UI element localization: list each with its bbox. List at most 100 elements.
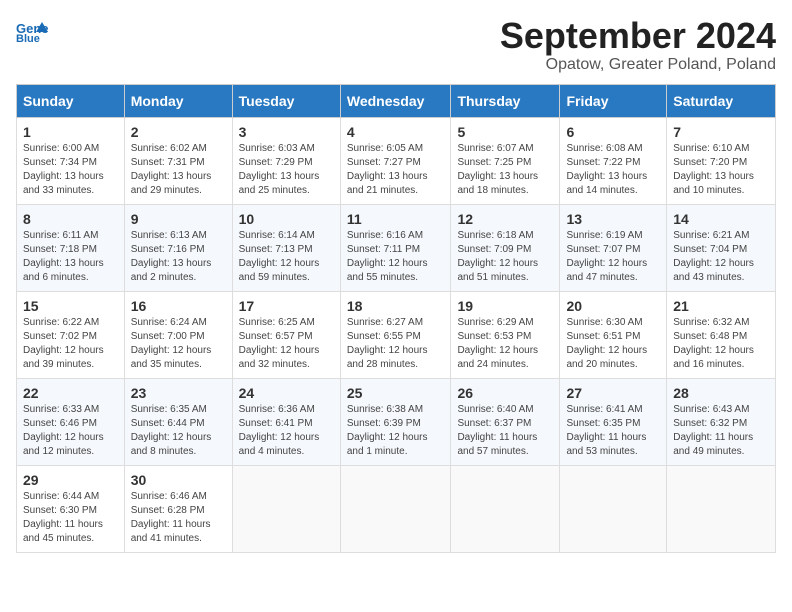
day-number: 3 (239, 124, 334, 140)
day-number: 29 (23, 472, 118, 488)
calendar-cell: 3 Sunrise: 6:03 AM Sunset: 7:29 PM Daylig… (232, 117, 340, 204)
day-info: Sunrise: 6:32 AM Sunset: 6:48 PM Dayligh… (673, 316, 769, 372)
calendar-week-1: 1Sunrise: 6:00 AM Sunset: 7:34 PM Daylig… (17, 117, 776, 204)
day-number: 19 (457, 298, 553, 314)
calendar-cell: 29Sunrise: 6:44 AM Sunset: 6:30 PM Dayli… (17, 465, 125, 552)
day-info: Sunrise: 6:16 AM Sunset: 7:11 PM Dayligh… (347, 229, 445, 285)
day-header-tuesday: Tuesday (232, 84, 340, 117)
calendar-header-row: SundayMondayTuesdayWednesdayThursdayFrid… (17, 84, 776, 117)
calendar-cell (560, 465, 667, 552)
calendar-cell: 2 Sunrise: 6:02 AM Sunset: 7:31 PM Daylig… (124, 117, 232, 204)
day-header-monday: Monday (124, 84, 232, 117)
day-number: 20 (566, 298, 660, 314)
day-number: 26 (457, 385, 553, 401)
day-number: 4 (347, 124, 445, 140)
day-info: Sunrise: 6:40 AM Sunset: 6:37 PM Dayligh… (457, 403, 553, 459)
day-info: Sunrise: 6:30 AM Sunset: 6:51 PM Dayligh… (566, 316, 660, 372)
svg-text:Blue: Blue (16, 33, 40, 42)
calendar-cell: 28Sunrise: 6:43 AM Sunset: 6:32 PM Dayli… (667, 378, 776, 465)
calendar-cell: 4 Sunrise: 6:05 AM Sunset: 7:27 PM Daylig… (340, 117, 451, 204)
day-info: Sunrise: 6:24 AM Sunset: 7:00 PM Dayligh… (131, 316, 226, 372)
day-info: Sunrise: 6:35 AM Sunset: 6:44 PM Dayligh… (131, 403, 226, 459)
calendar-cell (667, 465, 776, 552)
calendar-week-5: 29Sunrise: 6:44 AM Sunset: 6:30 PM Dayli… (17, 465, 776, 552)
calendar-cell: 24 Sunrise: 6:36 AM Sunset: 6:41 PM Dayli… (232, 378, 340, 465)
day-info: Sunrise: 6:10 AM Sunset: 7:20 PM Dayligh… (673, 142, 769, 198)
day-info: Sunrise: 6:13 AM Sunset: 7:16 PM Dayligh… (131, 229, 226, 285)
day-header-wednesday: Wednesday (340, 84, 451, 117)
day-info: Sunrise: 6:02 AM Sunset: 7:31 PM Dayligh… (131, 142, 226, 198)
day-number: 5 (457, 124, 553, 140)
day-number: 8 (23, 211, 118, 227)
day-header-thursday: Thursday (451, 84, 560, 117)
calendar-cell: 9 Sunrise: 6:13 AM Sunset: 7:16 PM Daylig… (124, 204, 232, 291)
day-number: 23 (131, 385, 226, 401)
day-number: 2 (131, 124, 226, 140)
calendar-cell: 14 Sunrise: 6:21 AM Sunset: 7:04 PM Dayli… (667, 204, 776, 291)
day-number: 13 (566, 211, 660, 227)
calendar-cell: 13Sunrise: 6:19 AM Sunset: 7:07 PM Dayli… (560, 204, 667, 291)
day-info: Sunrise: 6:25 AM Sunset: 6:57 PM Dayligh… (239, 316, 334, 372)
calendar-cell: 10 Sunrise: 6:14 AM Sunset: 7:13 PM Dayli… (232, 204, 340, 291)
day-number: 18 (347, 298, 445, 314)
day-info: Sunrise: 6:18 AM Sunset: 7:09 PM Dayligh… (457, 229, 553, 285)
day-info: Sunrise: 6:07 AM Sunset: 7:25 PM Dayligh… (457, 142, 553, 198)
page-title: September 2024 (500, 16, 776, 56)
day-info: Sunrise: 6:46 AM Sunset: 6:28 PM Dayligh… (131, 490, 226, 546)
day-info: Sunrise: 6:08 AM Sunset: 7:22 PM Dayligh… (566, 142, 660, 198)
day-info: Sunrise: 6:03 AM Sunset: 7:29 PM Dayligh… (239, 142, 334, 198)
calendar-week-3: 15 Sunrise: 6:22 AM Sunset: 7:02 PM Dayli… (17, 291, 776, 378)
day-number: 7 (673, 124, 769, 140)
day-number: 25 (347, 385, 445, 401)
logo: General Blue (16, 16, 48, 42)
day-info: Sunrise: 6:22 AM Sunset: 7:02 PM Dayligh… (23, 316, 118, 372)
day-number: 24 (239, 385, 334, 401)
day-info: Sunrise: 6:14 AM Sunset: 7:13 PM Dayligh… (239, 229, 334, 285)
logo-icon: General Blue (16, 20, 48, 42)
day-info: Sunrise: 6:36 AM Sunset: 6:41 PM Dayligh… (239, 403, 334, 459)
calendar-cell: 26 Sunrise: 6:40 AM Sunset: 6:37 PM Dayli… (451, 378, 560, 465)
day-number: 16 (131, 298, 226, 314)
day-number: 10 (239, 211, 334, 227)
calendar-cell: 25 Sunrise: 6:38 AM Sunset: 6:39 PM Dayli… (340, 378, 451, 465)
day-info: Sunrise: 6:41 AM Sunset: 6:35 PM Dayligh… (566, 403, 660, 459)
day-info: Sunrise: 6:00 AM Sunset: 7:34 PM Dayligh… (23, 142, 118, 198)
page-subtitle: Opatow, Greater Poland, Poland (500, 56, 776, 74)
title-block: September 2024 Opatow, Greater Poland, P… (500, 16, 776, 74)
calendar-cell: 17 Sunrise: 6:25 AM Sunset: 6:57 PM Dayli… (232, 291, 340, 378)
calendar-cell (232, 465, 340, 552)
calendar-week-2: 8 Sunrise: 6:11 AM Sunset: 7:18 PM Daylig… (17, 204, 776, 291)
day-number: 15 (23, 298, 118, 314)
day-number: 14 (673, 211, 769, 227)
calendar-cell: 7 Sunrise: 6:10 AM Sunset: 7:20 PM Daylig… (667, 117, 776, 204)
day-number: 27 (566, 385, 660, 401)
calendar-cell: 16 Sunrise: 6:24 AM Sunset: 7:00 PM Dayli… (124, 291, 232, 378)
day-info: Sunrise: 6:27 AM Sunset: 6:55 PM Dayligh… (347, 316, 445, 372)
calendar-cell: 21Sunrise: 6:32 AM Sunset: 6:48 PM Dayli… (667, 291, 776, 378)
day-info: Sunrise: 6:43 AM Sunset: 6:32 PM Dayligh… (673, 403, 769, 459)
calendar-cell: 6Sunrise: 6:08 AM Sunset: 7:22 PM Daylig… (560, 117, 667, 204)
day-header-saturday: Saturday (667, 84, 776, 117)
day-number: 30 (131, 472, 226, 488)
calendar-cell (340, 465, 451, 552)
calendar-cell (451, 465, 560, 552)
day-info: Sunrise: 6:11 AM Sunset: 7:18 PM Dayligh… (23, 229, 118, 285)
calendar-week-4: 22Sunrise: 6:33 AM Sunset: 6:46 PM Dayli… (17, 378, 776, 465)
calendar-cell: 5 Sunrise: 6:07 AM Sunset: 7:25 PM Daylig… (451, 117, 560, 204)
calendar-table: SundayMondayTuesdayWednesdayThursdayFrid… (16, 84, 776, 553)
day-number: 22 (23, 385, 118, 401)
calendar-cell: 11Sunrise: 6:16 AM Sunset: 7:11 PM Dayli… (340, 204, 451, 291)
day-info: Sunrise: 6:38 AM Sunset: 6:39 PM Dayligh… (347, 403, 445, 459)
day-info: Sunrise: 6:29 AM Sunset: 6:53 PM Dayligh… (457, 316, 553, 372)
calendar-cell: 1Sunrise: 6:00 AM Sunset: 7:34 PM Daylig… (17, 117, 125, 204)
calendar-cell: 15 Sunrise: 6:22 AM Sunset: 7:02 PM Dayli… (17, 291, 125, 378)
day-number: 12 (457, 211, 553, 227)
day-number: 9 (131, 211, 226, 227)
day-info: Sunrise: 6:21 AM Sunset: 7:04 PM Dayligh… (673, 229, 769, 285)
calendar-cell: 27 Sunrise: 6:41 AM Sunset: 6:35 PM Dayli… (560, 378, 667, 465)
day-number: 17 (239, 298, 334, 314)
calendar-cell: 20 Sunrise: 6:30 AM Sunset: 6:51 PM Dayli… (560, 291, 667, 378)
day-header-sunday: Sunday (17, 84, 125, 117)
calendar-cell: 22Sunrise: 6:33 AM Sunset: 6:46 PM Dayli… (17, 378, 125, 465)
day-info: Sunrise: 6:05 AM Sunset: 7:27 PM Dayligh… (347, 142, 445, 198)
